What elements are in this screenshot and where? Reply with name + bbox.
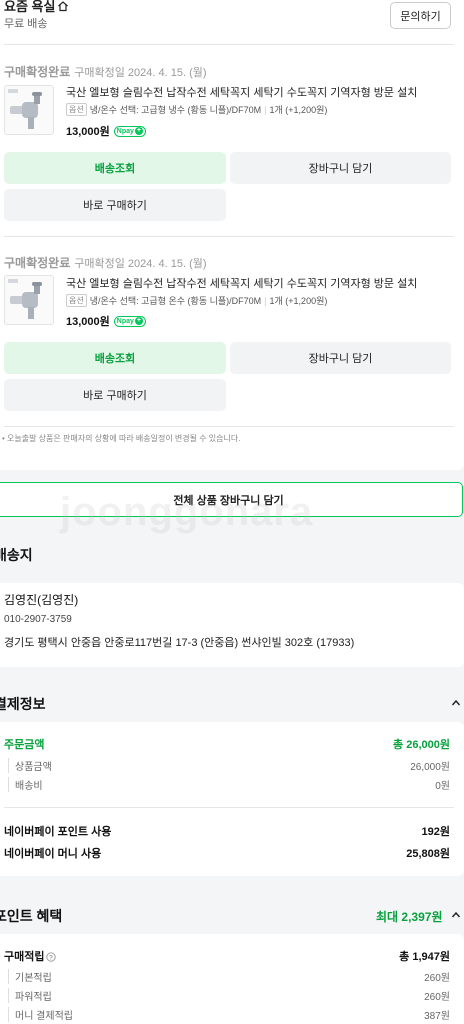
payment-card: 주문금액 총 26,000원 상품금액 26,000원 배송비 0원 네이버페이…	[0, 722, 464, 876]
option-tag: 옵션	[66, 294, 87, 307]
address-card: 김영진(김영진) 010-2907-3759 경기도 평택시 안중읍 안중로11…	[0, 583, 464, 667]
help-icon[interactable]: ?	[46, 952, 57, 962]
money-points-row: 머니 결제적립 387원	[8, 1007, 450, 1022]
shipping-fee-label: 배송비	[15, 781, 43, 792]
divider	[4, 44, 454, 45]
chevron-up-icon[interactable]	[451, 698, 461, 708]
payment-section-title[interactable]: 결제정보	[0, 694, 46, 714]
money-use-value: 25,808원	[406, 848, 450, 860]
recipient-address: 경기도 평택시 안중읍 안중로117번길 17-3 (안중읍) 썬샤인빌 302…	[4, 637, 355, 649]
order-amount-value: 총 26,000원	[393, 739, 450, 751]
store-title[interactable]: 요즘 욕실	[4, 0, 69, 15]
money-points-label: 머니 결제적립	[15, 1011, 73, 1022]
add-all-to-cart-button[interactable]: 전체 상품 장바구니 담기	[0, 482, 463, 517]
money-use-label: 네이버페이 머니 사용	[4, 848, 102, 860]
option-text: 냉/온수 선택: 고급형 온수 (황동 니플)/DF70M	[89, 296, 262, 306]
points-section-title[interactable]: 포인트 혜택	[0, 906, 62, 926]
basic-points-row: 기본적립 260원	[8, 969, 450, 984]
npay-badge: Npay +	[113, 315, 146, 327]
chevron-up-icon[interactable]	[451, 910, 461, 920]
shipping-notice: • 오늘출발 상품은 판매자의 상황에 따라 배송일정이 변경될 수 있습니다.	[2, 434, 241, 443]
shipping-type: 무료 배송	[4, 18, 48, 30]
purchase-points-label-wrap: 구매적립?	[4, 948, 57, 964]
point-use-value: 192원	[421, 826, 450, 838]
price-line: 13,000원 Npay +	[66, 313, 146, 329]
home-icon	[58, 0, 69, 11]
product-amount-label: 상품금액	[15, 762, 52, 773]
basic-points-label: 기본적립	[15, 973, 52, 984]
power-points-label: 파워적립	[15, 992, 52, 1003]
confirm-date: 구매확정일 2024. 4. 15. (월)	[74, 258, 207, 270]
money-use-row: 네이버페이 머니 사용 25,808원	[4, 845, 450, 861]
add-to-cart-button[interactable]: 장바구니 담기	[230, 342, 451, 374]
purchase-points-value: 총 1,947원	[399, 951, 450, 963]
product-thumbnail[interactable]	[4, 85, 54, 135]
basic-points-value: 260원	[424, 973, 450, 984]
option-tag: 옵션	[66, 103, 87, 116]
option-line: 옵션 냉/온수 선택: 고급형 온수 (황동 니플)/DF70M | 1개 (+…	[66, 294, 327, 307]
order-amount-label: 주문금액	[4, 739, 45, 751]
order-card: 요즘 욕실 무료 배송 문의하기 구매확정완료 구매확정일 2024. 4. 15…	[0, 0, 464, 470]
product-amount-row: 상품금액 26,000원	[8, 758, 450, 773]
buy-now-button[interactable]: 바로 구매하기	[4, 379, 226, 411]
product-name[interactable]: 국산 엘보형 슬림수전 납작수전 세탁꼭지 세탁기 수도꼭지 기역자형 방문 설…	[66, 84, 448, 100]
points-card: 구매적립? 총 1,947원 기본적립 260원 파워적립 260원 머니 결제…	[0, 934, 464, 1024]
divider	[4, 807, 454, 808]
track-delivery-button[interactable]: 배송조회	[4, 152, 226, 184]
store-name[interactable]: 요즘 욕실	[4, 0, 55, 15]
confirm-date: 구매확정일 2024. 4. 15. (월)	[74, 67, 207, 79]
order-amount-row: 주문금액 총 26,000원	[4, 736, 450, 752]
order-status: 구매확정완료	[4, 65, 71, 79]
recipient-name: 김영진(김영진)	[4, 593, 79, 607]
faucet-image	[8, 89, 42, 129]
power-points-value: 260원	[424, 992, 450, 1003]
npay-badge: Npay +	[113, 125, 146, 137]
add-to-cart-button[interactable]: 장바구니 담기	[230, 152, 451, 184]
option-line: 옵션 냉/온수 선택: 고급형 냉수 (황동 니플)/DF70M | 1개 (+…	[66, 103, 327, 116]
point-use-row: 네이버페이 포인트 사용 192원	[4, 823, 450, 839]
faucet-image	[8, 279, 42, 319]
order-status-line: 구매확정완료 구매확정일 2024. 4. 15. (월)	[4, 254, 207, 271]
recipient-phone: 010-2907-3759	[4, 614, 72, 625]
order-status-line: 구매확정완료 구매확정일 2024. 4. 15. (월)	[4, 63, 207, 80]
power-points-row: 파워적립 260원	[8, 988, 450, 1003]
quantity-text: 1개 (+1,200원)	[269, 105, 328, 115]
buy-now-button[interactable]: 바로 구매하기	[4, 189, 226, 221]
option-text: 냉/온수 선택: 고급형 냉수 (황동 니플)/DF70M	[89, 105, 262, 115]
price: 13,000원	[66, 126, 110, 138]
shipping-fee-row: 배송비 0원	[8, 777, 450, 792]
divider	[4, 236, 454, 237]
address-section-title: 배송지	[0, 547, 33, 563]
track-delivery-button[interactable]: 배송조회	[4, 342, 226, 374]
point-use-label: 네이버페이 포인트 사용	[4, 826, 112, 838]
order-status: 구매확정완료	[4, 256, 71, 270]
price-line: 13,000원 Npay +	[66, 123, 146, 139]
product-thumbnail[interactable]	[4, 275, 54, 325]
shipping-fee-value: 0원	[435, 781, 450, 792]
inquiry-button[interactable]: 문의하기	[390, 2, 451, 29]
money-points-value: 387원	[424, 1011, 450, 1022]
price: 13,000원	[66, 316, 110, 328]
svg-text:?: ?	[49, 954, 53, 961]
quantity-text: 1개 (+1,200원)	[269, 296, 328, 306]
product-name[interactable]: 국산 엘보형 슬림수전 납작수전 세탁꼭지 세탁기 수도꼭지 기역자형 방문 설…	[66, 275, 448, 291]
divider	[4, 426, 454, 427]
product-amount-value: 26,000원	[410, 762, 450, 773]
purchase-points-label: 구매적립	[4, 951, 45, 963]
purchase-points-row: 구매적립? 총 1,947원	[4, 948, 450, 964]
points-max: 최대 2,397원	[376, 910, 443, 924]
